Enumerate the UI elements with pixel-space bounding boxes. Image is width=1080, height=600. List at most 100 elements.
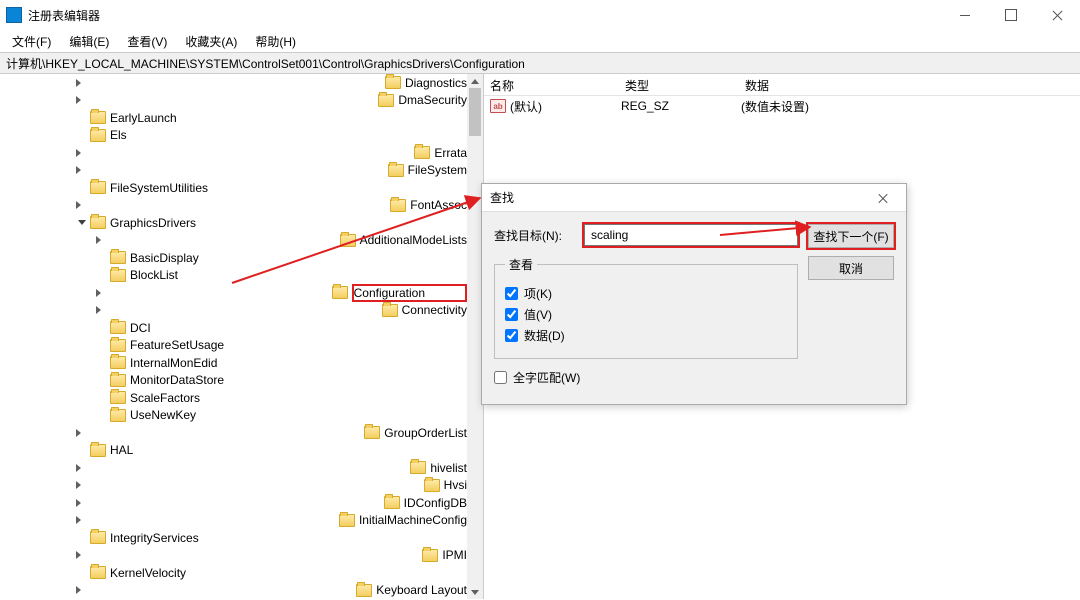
tree-item[interactable]: IntegrityServices: [0, 529, 467, 547]
folder-icon: [382, 304, 398, 317]
tree-item-label: Hvsi: [444, 478, 467, 492]
dialog-close-button[interactable]: [868, 190, 898, 206]
tree-item[interactable]: Hvsi: [0, 477, 467, 495]
expand-icon[interactable]: [76, 499, 382, 507]
find-next-button[interactable]: 查找下一个(F): [808, 224, 894, 248]
col-data[interactable]: 数据: [739, 77, 1080, 94]
window-title: 注册表编辑器: [28, 7, 100, 24]
folder-icon: [110, 251, 126, 264]
expand-icon[interactable]: [76, 217, 88, 228]
tree-item[interactable]: MonitorDataStore: [0, 372, 467, 390]
tree-item[interactable]: Diagnostics: [0, 74, 467, 92]
tree-item-label: HAL: [110, 443, 133, 457]
address-bar[interactable]: 计算机\HKEY_LOCAL_MACHINE\SYSTEM\ControlSet…: [0, 52, 1080, 74]
tree-item[interactable]: AdditionalModeLists: [0, 232, 467, 250]
tree-item[interactable]: IDConfigDB: [0, 494, 467, 512]
folder-icon: [110, 269, 126, 282]
tree-item[interactable]: Configuration: [0, 284, 467, 302]
tree-item[interactable]: GraphicsDrivers: [0, 214, 467, 232]
tree-item-label: IntegrityServices: [110, 531, 199, 545]
expand-icon[interactable]: [76, 481, 422, 489]
tree-item[interactable]: Keyboard Layout: [0, 582, 467, 600]
cancel-button[interactable]: 取消: [808, 256, 894, 280]
expand-icon[interactable]: [76, 429, 362, 437]
folder-icon: [410, 461, 426, 474]
tree-item[interactable]: BasicDisplay: [0, 249, 467, 267]
col-type[interactable]: 类型: [619, 77, 739, 94]
tree-item[interactable]: KernelVelocity: [0, 564, 467, 582]
folder-icon: [378, 94, 394, 107]
tree-item[interactable]: BlockList: [0, 267, 467, 285]
expand-icon[interactable]: [76, 516, 337, 524]
expand-icon[interactable]: [76, 96, 376, 104]
tree-item[interactable]: Els: [0, 127, 467, 145]
chk-data[interactable]: 数据(D): [505, 327, 787, 344]
maximize-button[interactable]: [988, 0, 1034, 30]
scroll-thumb[interactable]: [469, 88, 481, 136]
scroll-up-icon[interactable]: [467, 74, 483, 88]
tree-item[interactable]: UseNewKey: [0, 407, 467, 425]
expand-icon[interactable]: [76, 79, 383, 87]
tree-item[interactable]: FileSystem: [0, 162, 467, 180]
expand-icon[interactable]: [76, 201, 388, 209]
folder-icon: [385, 76, 401, 89]
menu-view[interactable]: 查看(V): [119, 30, 175, 53]
tree-item-label: FeatureSetUsage: [130, 338, 224, 352]
tree-item[interactable]: ScaleFactors: [0, 389, 467, 407]
tree-item[interactable]: FeatureSetUsage: [0, 337, 467, 355]
list-row[interactable]: ab(默认)REG_SZ(数值未设置): [484, 96, 1080, 116]
expand-icon[interactable]: [96, 289, 330, 297]
tree-pane: DiagnosticsDmaSecurity EarlyLaunchElsErra…: [0, 74, 484, 599]
chk-values[interactable]: 值(V): [505, 306, 787, 323]
menu-file[interactable]: 文件(F): [4, 30, 59, 53]
chk-keys[interactable]: 项(K): [505, 285, 787, 302]
tree-item-label: DmaSecurity: [398, 93, 467, 107]
scroll-down-icon[interactable]: [467, 585, 483, 599]
tree-item[interactable]: DmaSecurity: [0, 92, 467, 110]
close-button[interactable]: [1034, 0, 1080, 30]
expand-icon[interactable]: [76, 149, 412, 157]
tree-item[interactable]: InitialMachineConfig: [0, 512, 467, 530]
folder-icon: [356, 584, 372, 597]
tree-item-label: ScaleFactors: [130, 391, 200, 405]
value-type: REG_SZ: [621, 99, 741, 113]
tree-item[interactable]: HAL: [0, 442, 467, 460]
tree-item[interactable]: GroupOrderList: [0, 424, 467, 442]
folder-icon: [390, 199, 406, 212]
tree-item[interactable]: IPMI: [0, 547, 467, 565]
tree-item-label: BlockList: [130, 268, 178, 282]
folder-icon: [110, 409, 126, 422]
expand-icon[interactable]: [96, 306, 380, 314]
expand-icon[interactable]: [96, 236, 338, 244]
expand-icon[interactable]: [76, 464, 408, 472]
minimize-button[interactable]: [942, 0, 988, 30]
tree-item[interactable]: DCI: [0, 319, 467, 337]
folder-icon: [90, 216, 106, 229]
tree-item-label: IPMI: [442, 548, 467, 562]
tree-item[interactable]: FontAssoc: [0, 197, 467, 215]
value-data: (数值未设置): [741, 98, 1080, 115]
menu-favorites[interactable]: 收藏夹(A): [177, 30, 245, 53]
tree-item[interactable]: hivelist: [0, 459, 467, 477]
tree-item[interactable]: InternalMonEdid: [0, 354, 467, 372]
chk-wholeword[interactable]: 全字匹配(W): [494, 369, 798, 386]
folder-icon: [90, 566, 106, 579]
menu-edit[interactable]: 编辑(E): [61, 30, 117, 53]
folder-icon: [110, 321, 126, 334]
find-target-input[interactable]: [584, 224, 798, 246]
folder-icon: [90, 129, 106, 142]
tree-item[interactable]: FileSystemUtilities: [0, 179, 467, 197]
menu-help[interactable]: 帮助(H): [247, 30, 304, 53]
tree-item-label: UseNewKey: [130, 408, 196, 422]
tree-item-label: MonitorDataStore: [130, 373, 224, 387]
tree-item[interactable]: EarlyLaunch: [0, 109, 467, 127]
expand-icon[interactable]: [76, 551, 420, 559]
tree-item[interactable]: Connectivity: [0, 302, 467, 320]
col-name[interactable]: 名称: [484, 77, 619, 94]
tree-item[interactable]: Errata: [0, 144, 467, 162]
folder-icon: [110, 356, 126, 369]
expand-icon[interactable]: [76, 586, 354, 594]
folder-icon: [414, 146, 430, 159]
expand-icon[interactable]: [76, 166, 386, 174]
tree-item-label: hivelist: [430, 461, 467, 475]
